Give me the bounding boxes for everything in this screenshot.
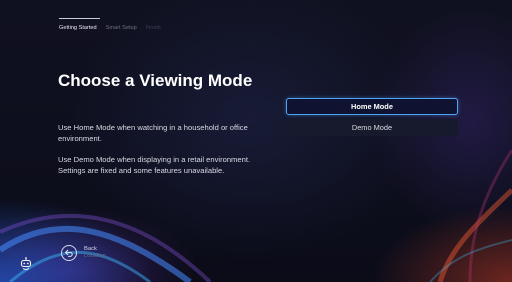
back-hint: Location xyxy=(84,253,106,259)
step-finish: Finish xyxy=(145,25,161,31)
back-control[interactable]: Back Location xyxy=(61,245,106,261)
robot-icon xyxy=(20,257,32,270)
back-label: Back xyxy=(84,246,97,252)
page-title: Choose a Viewing Mode xyxy=(58,71,253,90)
demo-mode-button[interactable]: Demo Mode xyxy=(286,119,458,136)
setup-steps: Getting Started Smart Setup Finish xyxy=(59,18,161,31)
home-mode-button[interactable]: Home Mode xyxy=(286,98,458,115)
setup-screen: Getting Started Smart Setup Finish Choos… xyxy=(0,0,512,282)
step-getting-started: Getting Started xyxy=(59,18,100,31)
home-mode-description: Use Home Mode when watching in a househo… xyxy=(58,123,248,143)
back-arrow-icon[interactable] xyxy=(61,245,77,261)
viewing-mode-options: Home Mode Demo Mode xyxy=(286,98,458,136)
step-smart-setup: Smart Setup xyxy=(105,25,137,31)
demo-mode-description: Use Demo Mode when displaying in a retai… xyxy=(58,155,251,175)
